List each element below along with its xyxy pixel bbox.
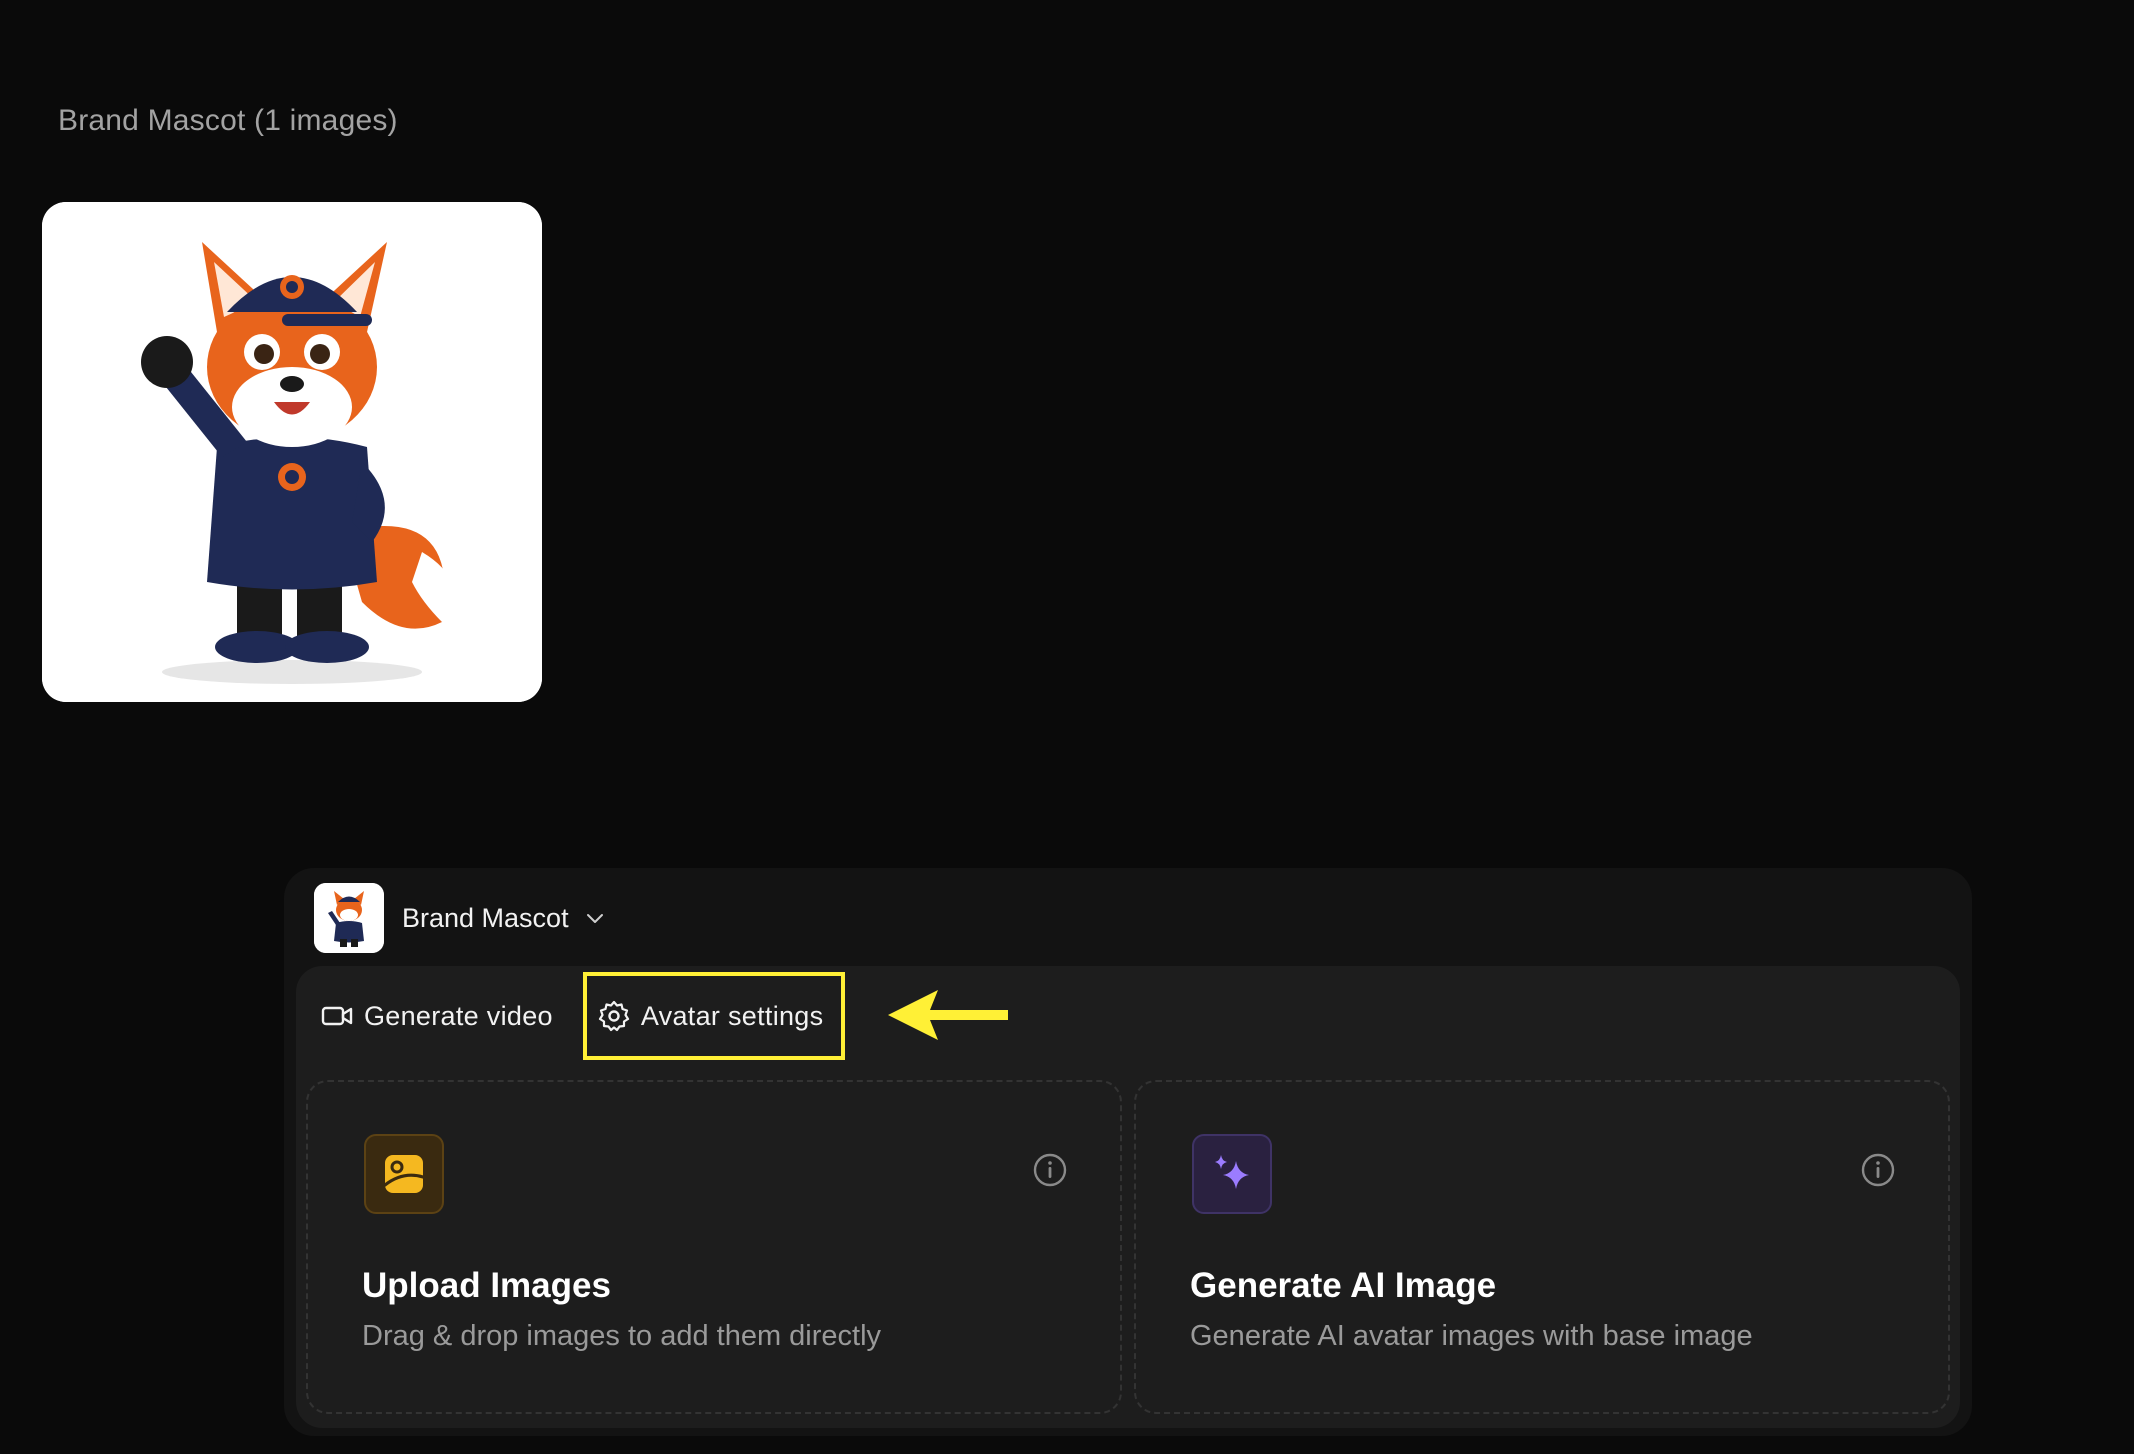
generate-ai-image-card[interactable]: Generate AI Image Generate AI avatar ima… — [1134, 1080, 1950, 1414]
tab-label: Avatar settings — [640, 1000, 824, 1031]
avatar-panel: Brand Mascot Generate video Avatar setti… — [284, 868, 1972, 1436]
gallery-title: Brand Mascot (1 images) — [58, 104, 398, 137]
tab-bar: Generate video Avatar settings — [306, 972, 846, 1060]
avatar-thumbnail — [314, 883, 384, 953]
actions-container: Generate video Avatar settings Upload Im… — [296, 966, 1960, 1428]
tab-avatar-settings[interactable]: Avatar settings — [582, 972, 846, 1060]
info-icon[interactable] — [1860, 1152, 1896, 1188]
avatar-name: Brand Mascot — [402, 902, 569, 933]
avatar-selector-dropdown[interactable]: Brand Mascot — [314, 882, 607, 954]
card-title: Upload Images — [362, 1266, 611, 1305]
fox-mascot-image — [42, 202, 542, 702]
tab-label: Generate video — [364, 1000, 553, 1031]
mascot-image-card[interactable] — [42, 202, 542, 702]
gear-icon — [598, 1000, 629, 1032]
upload-images-card[interactable]: Upload Images Drag & drop images to add … — [306, 1080, 1122, 1414]
chevron-down-icon — [586, 914, 603, 923]
card-title: Generate AI Image — [1190, 1266, 1497, 1305]
info-icon[interactable] — [1032, 1152, 1068, 1188]
arrow-left-icon — [888, 990, 1008, 1040]
sparkles-icon — [1192, 1134, 1272, 1214]
action-cards: Upload Images Drag & drop images to add … — [306, 1080, 1950, 1414]
card-description: Drag & drop images to add them directly — [362, 1320, 882, 1352]
image-upload-icon — [364, 1134, 444, 1214]
tab-generate-video[interactable]: Generate video — [306, 972, 575, 1060]
card-description: Generate AI avatar images with base imag… — [1190, 1320, 1753, 1352]
video-camera-icon — [321, 1006, 353, 1026]
